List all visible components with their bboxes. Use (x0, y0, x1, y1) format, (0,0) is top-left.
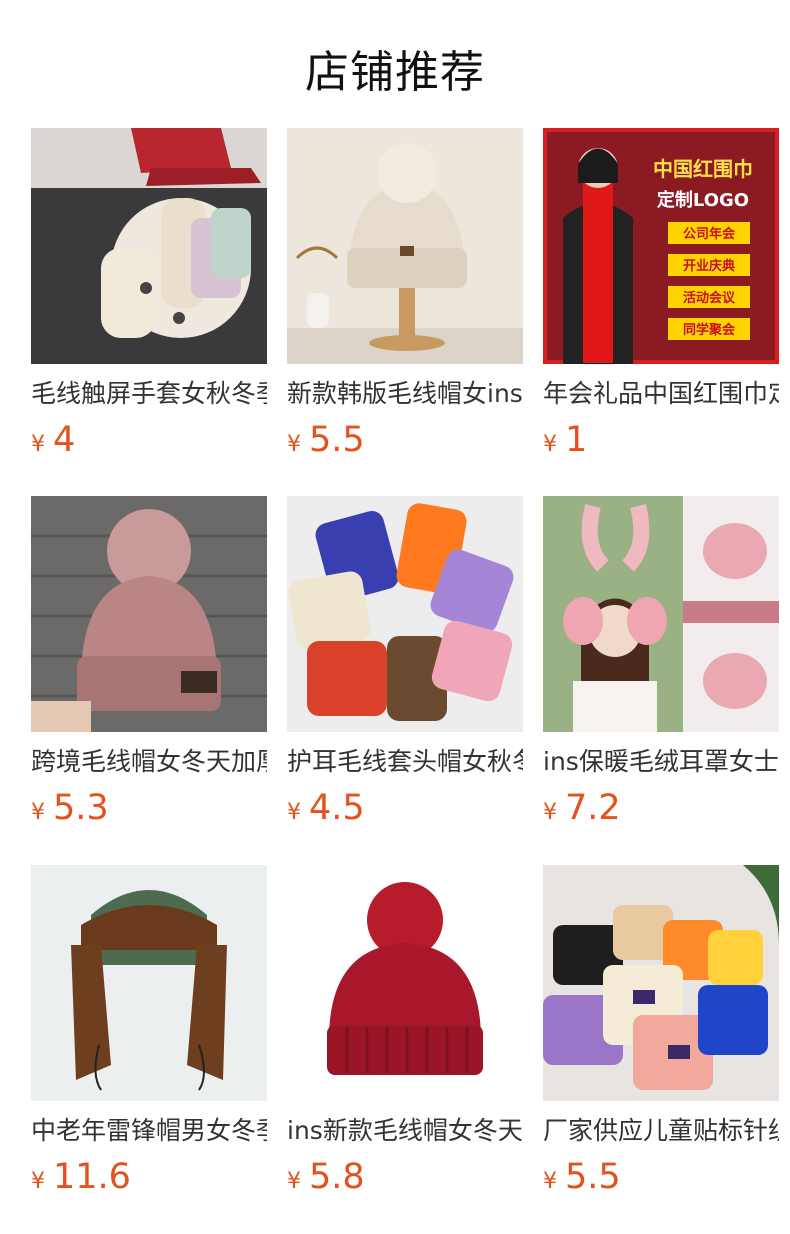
product-card[interactable]: 护耳毛线套头帽女秋冬 ¥4.5 (287, 496, 523, 834)
currency-symbol: ¥ (543, 1169, 557, 1194)
currency-symbol: ¥ (31, 432, 45, 457)
product-image[interactable] (287, 496, 523, 732)
price-value: 5.3 (53, 788, 109, 828)
product-image[interactable] (287, 865, 523, 1101)
currency-symbol: ¥ (543, 800, 557, 825)
product-name[interactable]: 中老年雷锋帽男女冬季 (31, 1115, 267, 1147)
ad-tag: 活动会议 (683, 290, 736, 306)
ad-tag: 公司年会 (683, 226, 736, 242)
ad-tag: 同学聚会 (683, 322, 736, 338)
product-image[interactable] (31, 865, 267, 1101)
product-image[interactable] (287, 128, 523, 364)
currency-symbol: ¥ (31, 1169, 45, 1194)
product-image[interactable] (543, 496, 779, 732)
ad-headline: 中国红围巾 (653, 157, 753, 181)
product-image[interactable]: 中国红围巾 定制LOGO 公司年会 开业庆典 活动会议 同学聚会 (543, 128, 779, 364)
price-value: 4.5 (309, 788, 365, 828)
currency-symbol: ¥ (543, 432, 557, 457)
product-price: ¥4.5 (287, 788, 523, 834)
price-value: 4 (53, 420, 76, 460)
product-card[interactable]: 厂家供应儿童贴标针织帽 ¥5.5 (543, 865, 779, 1203)
product-name[interactable]: 年会礼品中国红围巾定制 (543, 378, 779, 410)
currency-symbol: ¥ (31, 800, 45, 825)
product-price: ¥11.6 (31, 1157, 267, 1203)
product-card[interactable]: 中国红围巾 定制LOGO 公司年会 开业庆典 活动会议 同学聚会 年会礼品中国红… (543, 128, 779, 466)
product-price: ¥4 (31, 420, 267, 466)
product-image[interactable] (31, 496, 267, 732)
currency-symbol: ¥ (287, 1169, 301, 1194)
product-price: ¥7.2 (543, 788, 779, 834)
ad-subline: 定制LOGO (657, 189, 749, 211)
price-value: 11.6 (53, 1157, 131, 1197)
price-value: 7.2 (565, 788, 621, 828)
product-name[interactable]: 护耳毛线套头帽女秋冬 (287, 746, 523, 778)
product-name[interactable]: 跨境毛线帽女冬天加厚 (31, 746, 267, 778)
product-name[interactable]: 新款韩版毛线帽女ins (287, 378, 523, 410)
product-name[interactable]: 毛线触屏手套女秋冬季 (31, 378, 267, 410)
page-title: 店铺推荐 (305, 47, 485, 98)
currency-symbol: ¥ (287, 432, 301, 457)
product-card[interactable]: 毛线触屏手套女秋冬季 ¥4 (31, 128, 267, 466)
product-card[interactable]: ins保暖毛绒耳罩女士 ¥7.2 (543, 496, 779, 834)
currency-symbol: ¥ (287, 800, 301, 825)
product-price: ¥5.5 (287, 420, 523, 466)
ad-tag: 开业庆典 (683, 258, 735, 274)
product-image[interactable] (543, 865, 779, 1101)
price-value: 1 (565, 420, 588, 460)
product-price: ¥5.3 (31, 788, 267, 834)
price-value: 5.5 (309, 420, 365, 460)
product-price: ¥1 (543, 420, 779, 466)
price-value: 5.5 (565, 1157, 621, 1197)
product-card[interactable]: 中老年雷锋帽男女冬季 ¥11.6 (31, 865, 267, 1203)
product-image[interactable] (31, 128, 267, 364)
product-name[interactable]: 厂家供应儿童贴标针织帽 (543, 1115, 779, 1147)
product-card[interactable]: 跨境毛线帽女冬天加厚 ¥5.3 (31, 496, 267, 834)
product-card[interactable]: ins新款毛线帽女冬天加 ¥5.8 (287, 865, 523, 1203)
product-price: ¥5.5 (543, 1157, 779, 1203)
product-name[interactable]: ins新款毛线帽女冬天加 (287, 1115, 523, 1147)
product-price: ¥5.8 (287, 1157, 523, 1203)
price-value: 5.8 (309, 1157, 365, 1197)
product-card[interactable]: 新款韩版毛线帽女ins ¥5.5 (287, 128, 523, 466)
product-name[interactable]: ins保暖毛绒耳罩女士 (543, 746, 779, 778)
